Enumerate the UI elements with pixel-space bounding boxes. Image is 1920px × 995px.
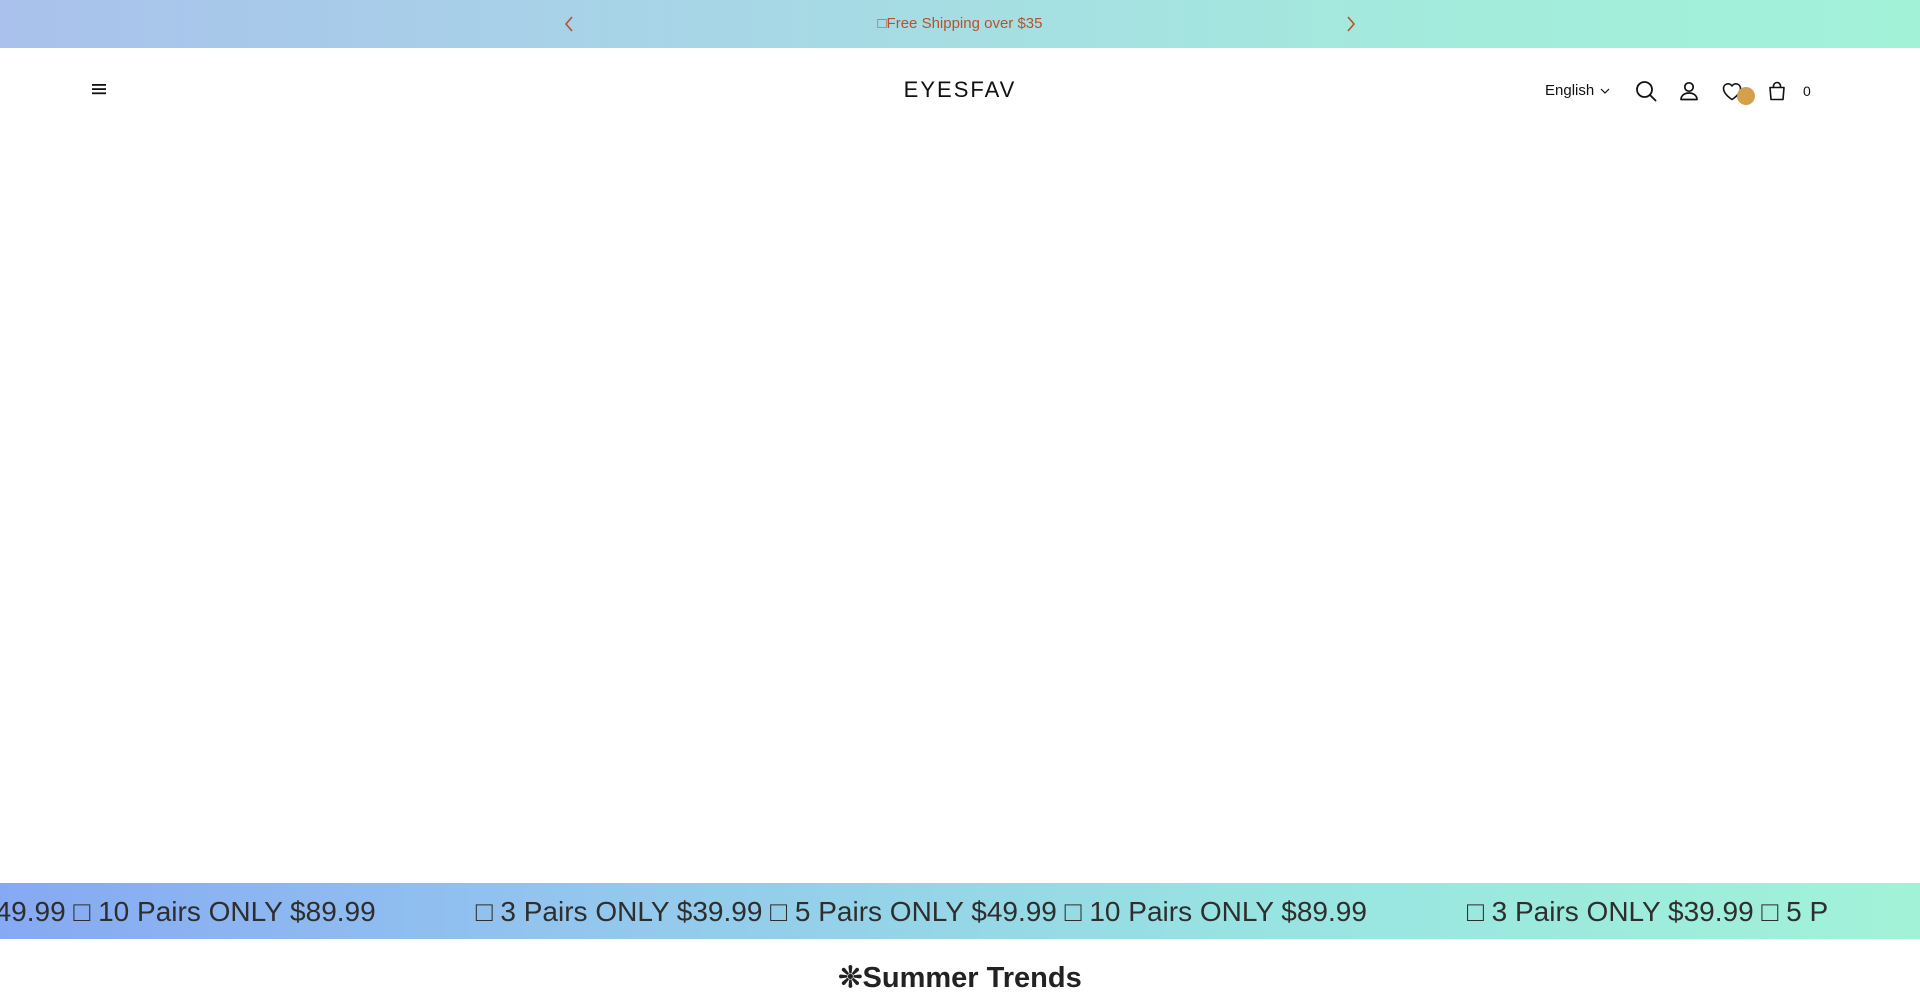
ticker-item: □ 3 Pairs ONLY $39.99 □ 5 P [1466, 896, 1829, 927]
shopping-bag-icon [1769, 81, 1785, 101]
ticker-item: □ 3 Pairs ONLY $39.99 □ 5 Pairs ONLY $49… [475, 896, 1367, 927]
section-title: ❊Summer Trends [838, 962, 1082, 994]
chevron-down-icon [1600, 88, 1610, 94]
promo-ticker: $49.99 □ 10 Pairs ONLY $89.99 □ 3 Pairs O… [0, 883, 1920, 939]
site-header: EYESFAV English [0, 48, 1920, 134]
announcement-next-button[interactable] [1339, 12, 1363, 36]
ticker-item: $49.99 □ 10 Pairs ONLY $89.99 [0, 896, 376, 927]
announcement-bar: □Free Shipping over $35 [0, 0, 1920, 48]
site-logo[interactable]: EYESFAV [0, 77, 1920, 103]
language-selector[interactable]: English [1545, 82, 1610, 99]
promo-ticker-track: $49.99 □ 10 Pairs ONLY $89.99 □ 3 Pairs O… [0, 896, 1836, 928]
cart-button[interactable] [1765, 79, 1791, 105]
language-label: English [1545, 82, 1595, 99]
search-icon [1636, 81, 1657, 102]
user-icon [1680, 81, 1698, 101]
cart-count: 0 [1803, 83, 1811, 99]
chevron-right-icon [1347, 16, 1356, 32]
wishlist-badge [1737, 87, 1755, 105]
announcement-message[interactable]: □Free Shipping over $35 [0, 15, 1920, 32]
account-button[interactable] [1677, 79, 1703, 105]
search-button[interactable] [1634, 79, 1660, 105]
